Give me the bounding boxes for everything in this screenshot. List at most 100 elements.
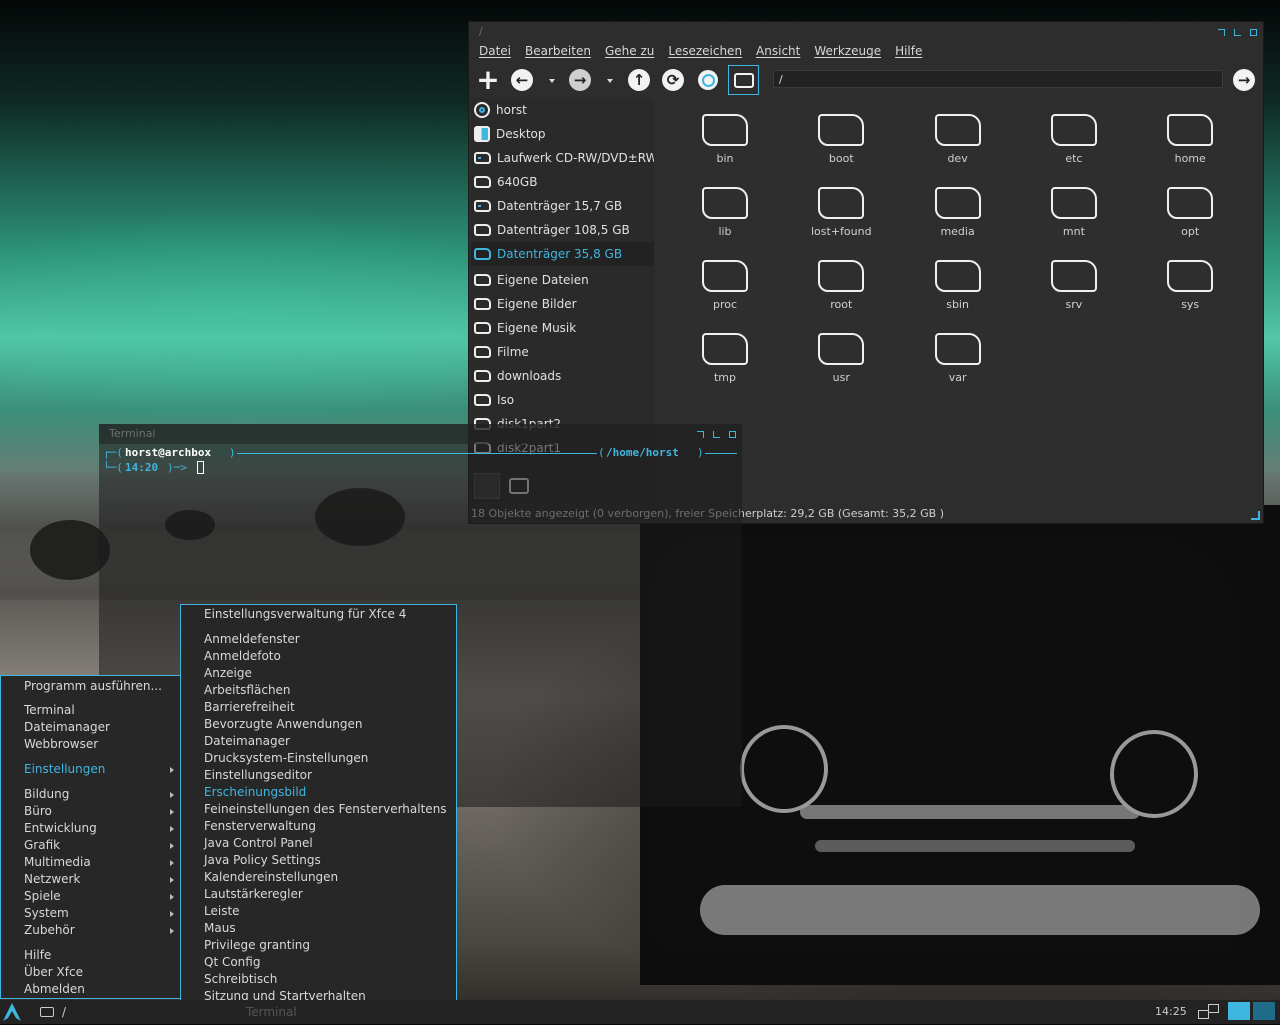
menu-about-xfce[interactable]: Über Xfce xyxy=(24,964,174,981)
menu-category[interactable]: Entwicklung xyxy=(24,820,174,837)
settings-item[interactable]: Java Control Panel xyxy=(204,835,450,852)
file-item-dev[interactable]: dev xyxy=(900,108,1016,165)
settings-item[interactable]: Feineinstellungen des Fensterverhaltens xyxy=(204,801,450,818)
taskbar-task-file-manager[interactable]: / xyxy=(38,1000,188,1024)
file-item-root[interactable]: root xyxy=(783,254,899,311)
up-button[interactable]: ↑ xyxy=(626,67,652,93)
settings-item[interactable]: Leiste xyxy=(204,903,450,920)
settings-item[interactable]: Einstellungseditor xyxy=(204,767,450,784)
settings-item[interactable]: Drucksystem-Einstellungen xyxy=(204,750,450,767)
settings-item[interactable]: Bevorzugte Anwendungen xyxy=(204,716,450,733)
forward-history-dropdown[interactable] xyxy=(607,79,613,83)
menu-category[interactable]: Büro xyxy=(24,803,174,820)
settings-item[interactable]: Java Policy Settings xyxy=(204,852,450,869)
reload-button[interactable]: ⟳ xyxy=(660,67,686,93)
forward-button[interactable]: → xyxy=(567,67,593,93)
menu-hilfe[interactable]: Hilfe xyxy=(895,42,922,62)
file-item-usr[interactable]: usr xyxy=(783,327,899,384)
sidebar-item-eigene-musik[interactable]: Eigene Musik xyxy=(471,316,654,340)
menu-category[interactable]: Bildung xyxy=(24,786,174,803)
settings-item[interactable]: Kalendereinstellungen xyxy=(204,869,450,886)
taskbar-task-terminal[interactable]: Terminal xyxy=(246,1000,297,1024)
settings-item[interactable]: Arbeitsflächen xyxy=(204,682,450,699)
minimize-button[interactable] xyxy=(697,430,704,438)
settings-item[interactable]: Schreibtisch xyxy=(204,971,450,988)
back-history-dropdown[interactable] xyxy=(549,79,555,83)
sidebar-item-640gb[interactable]: 640GB xyxy=(471,170,654,194)
settings-item[interactable]: Qt Config xyxy=(204,954,450,971)
file-item-srv[interactable]: srv xyxy=(1016,254,1132,311)
new-tab-button[interactable]: + xyxy=(475,66,501,94)
settings-item[interactable]: Anzeige xyxy=(204,665,450,682)
sidebar-item-volume-108[interactable]: Datenträger 108,5 GB xyxy=(471,218,654,242)
maximize-button[interactable] xyxy=(1234,28,1241,36)
settings-item[interactable]: Dateimanager xyxy=(204,733,450,750)
file-item-tmp[interactable]: tmp xyxy=(667,327,783,384)
menu-category[interactable]: Spiele xyxy=(24,888,174,905)
menu-category[interactable]: System xyxy=(24,905,174,922)
home-button[interactable] xyxy=(695,67,721,93)
sidebar-item-horst[interactable]: horst xyxy=(471,98,654,122)
sidebar-item-filme[interactable]: Filme xyxy=(471,340,654,364)
file-item-bin[interactable]: bin xyxy=(667,108,783,165)
menu-werkzeuge[interactable]: Werkzeuge xyxy=(814,42,881,62)
file-item-lost-found[interactable]: lost+found xyxy=(783,181,899,238)
menu-category[interactable]: Multimedia xyxy=(24,854,174,871)
file-item-sys[interactable]: sys xyxy=(1132,254,1248,311)
terminal-prompt-line-2[interactable]: └─( 14:20 )─> xyxy=(103,461,737,475)
file-item-home[interactable]: home xyxy=(1132,108,1248,165)
xfce-menu-button[interactable] xyxy=(2,1002,22,1022)
sidebar-item-downloads[interactable]: downloads xyxy=(471,364,654,388)
file-item-opt[interactable]: opt xyxy=(1132,181,1248,238)
sidebar-item-cd-drive[interactable]: Laufwerk CD-RW/DVD±RW xyxy=(471,146,654,170)
menu-logout[interactable]: Abmelden xyxy=(24,981,174,998)
resize-grip[interactable] xyxy=(1251,511,1260,520)
settings-item[interactable]: Lautstärkeregler xyxy=(204,886,450,903)
settings-item[interactable]: Anmeldefoto xyxy=(204,648,450,665)
minimize-button[interactable] xyxy=(1218,28,1225,36)
clock[interactable]: 14:25 xyxy=(1155,1000,1187,1024)
menu-run-program[interactable]: Programm ausführen... xyxy=(24,678,174,695)
menu-settings[interactable]: Einstellungen xyxy=(24,761,174,778)
menu-lesezeichen[interactable]: Lesezeichen xyxy=(668,42,742,62)
menu-ansicht[interactable]: Ansicht xyxy=(756,42,800,62)
back-button[interactable]: ← xyxy=(509,67,535,93)
sidebar-item-volume-15[interactable]: Datenträger 15,7 GB xyxy=(471,194,654,218)
settings-item[interactable]: Privilege granting xyxy=(204,937,450,954)
menu-terminal[interactable]: Terminal xyxy=(24,702,174,719)
file-item-boot[interactable]: boot xyxy=(783,108,899,165)
settings-item[interactable]: Fensterverwaltung xyxy=(204,818,450,835)
sidebar-item-eigene-dateien[interactable]: Eigene Dateien xyxy=(471,268,654,292)
network-icon[interactable] xyxy=(1198,1004,1222,1020)
menu-file-manager[interactable]: Dateimanager xyxy=(24,719,174,736)
file-item-etc[interactable]: etc xyxy=(1016,108,1132,165)
close-button[interactable] xyxy=(1250,28,1257,36)
menu-category[interactable]: Grafik xyxy=(24,837,174,854)
sidebar-item-eigene-bilder[interactable]: Eigene Bilder xyxy=(471,292,654,316)
address-bar[interactable]: / xyxy=(773,70,1223,88)
menu-category[interactable]: Zubehör xyxy=(24,922,174,939)
menu-gehe-zu[interactable]: Gehe zu xyxy=(605,42,654,62)
sidebar-item-desktop[interactable]: Desktop xyxy=(471,122,654,146)
menu-bearbeiten[interactable]: Bearbeiten xyxy=(525,42,591,62)
file-item-lib[interactable]: lib xyxy=(667,181,783,238)
file-item-var[interactable]: var xyxy=(900,327,1016,384)
sidebar-item-iso[interactable]: Iso xyxy=(471,388,654,412)
workspace-2[interactable] xyxy=(1253,1002,1275,1020)
go-button[interactable]: → xyxy=(1231,67,1257,93)
settings-item[interactable]: Maus xyxy=(204,920,450,937)
settings-item[interactable]: Anmeldefenster xyxy=(204,631,450,648)
file-item-media[interactable]: media xyxy=(900,181,1016,238)
file-item-sbin[interactable]: sbin xyxy=(900,254,1016,311)
maximize-button[interactable] xyxy=(713,430,720,438)
file-item-mnt[interactable]: mnt xyxy=(1016,181,1132,238)
menu-datei[interactable]: Datei xyxy=(479,42,511,62)
menu-help[interactable]: Hilfe xyxy=(24,947,174,964)
workspace-1[interactable] xyxy=(1228,1002,1250,1020)
file-item-proc[interactable]: proc xyxy=(667,254,783,311)
close-button[interactable] xyxy=(729,430,736,438)
settings-item[interactable]: Barrierefreiheit xyxy=(204,699,450,716)
menu-category[interactable]: Netzwerk xyxy=(24,871,174,888)
menu-settings-manager[interactable]: Einstellungsverwaltung für Xfce 4 xyxy=(204,606,450,623)
sidebar-item-volume-35[interactable]: Datenträger 35,8 GB xyxy=(471,242,654,266)
